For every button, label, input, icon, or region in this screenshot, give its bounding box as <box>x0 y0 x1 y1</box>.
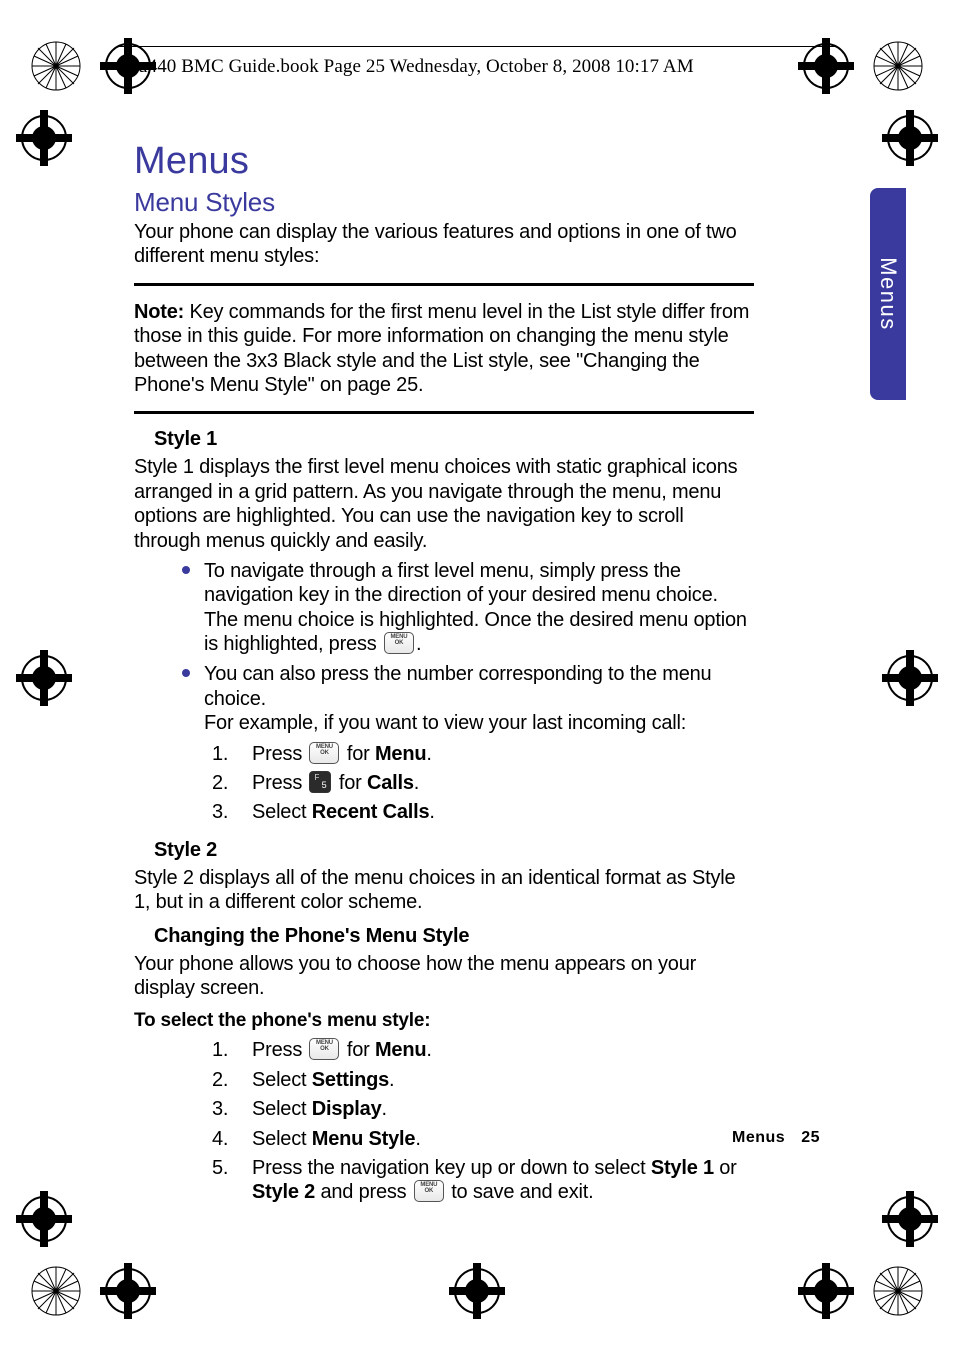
list-number: 4. <box>212 1127 240 1151</box>
page: u440 BMC Guide.book Page 25 Wednesday, O… <box>0 0 954 1357</box>
list-item: 2. Select Settings. <box>134 1068 754 1092</box>
footer-page-number: 25 <box>801 1129 820 1146</box>
list-number: 1. <box>212 1038 240 1062</box>
note-text: Key commands for the first menu level in… <box>134 301 749 396</box>
note-paragraph: Note: Key commands for the first menu le… <box>134 300 754 398</box>
style1-paragraph: Style 1 displays the first level menu ch… <box>134 455 754 553</box>
crosshair-icon <box>882 110 938 166</box>
side-tab: Menus <box>870 188 906 400</box>
menu-ok-key-icon <box>414 1180 444 1202</box>
list-number: 5. <box>212 1156 240 1180</box>
crosshair-icon <box>882 1191 938 1247</box>
list-item: 3. Select Recent Calls. <box>134 800 754 824</box>
footer-section: Menus <box>732 1129 785 1146</box>
crosshair-icon <box>16 110 72 166</box>
list-item: 2. Press for Calls. <box>134 771 754 795</box>
crosshair-icon <box>100 1263 156 1319</box>
menu-ok-key-icon <box>384 632 414 654</box>
regmark-icon <box>30 40 82 92</box>
instruction-heading: To select the phone's menu style: <box>134 1010 754 1032</box>
crosshair-icon <box>798 1263 854 1319</box>
regmark-icon <box>872 1265 924 1317</box>
side-tab-label: Menus <box>875 257 901 331</box>
changing-heading: Changing the Phone's Menu Style <box>154 925 754 948</box>
crosshair-icon <box>16 650 72 706</box>
bullet-text-tail: . <box>416 633 421 655</box>
intro-paragraph: Your phone can display the various featu… <box>134 220 754 269</box>
list-item: 1. Press for Menu. <box>134 1038 754 1062</box>
list-number: 1. <box>212 742 240 766</box>
list-item: 5. Press the navigation key up or down t… <box>134 1156 754 1205</box>
crosshair-icon <box>449 1263 505 1319</box>
running-head: u440 BMC Guide.book Page 25 Wednesday, O… <box>138 56 694 78</box>
note-label: Note: <box>134 301 184 323</box>
menu-ok-key-icon <box>309 1038 339 1060</box>
list-number: 2. <box>212 1068 240 1092</box>
five-key-icon <box>309 771 331 793</box>
crosshair-icon <box>16 1191 72 1247</box>
crosshair-icon <box>882 650 938 706</box>
list-number: 3. <box>212 1097 240 1121</box>
list-number: 3. <box>212 800 240 824</box>
chapter-title: Menus <box>134 140 754 183</box>
list-item: 1. Press for Menu. <box>134 742 754 766</box>
list-item: 4. Select Menu Style. <box>134 1127 754 1151</box>
regmark-icon <box>872 40 924 92</box>
bullet-text-2: For example, if you want to view your la… <box>204 712 686 734</box>
style2-heading: Style 2 <box>154 839 754 862</box>
regmark-icon <box>30 1265 82 1317</box>
bullet-item: To navigate through a first level menu, … <box>134 559 754 657</box>
style1-heading: Style 1 <box>154 428 754 451</box>
list-item: 3. Select Display. <box>134 1097 754 1121</box>
content: Menus Menu Styles Your phone can display… <box>134 140 754 1210</box>
page-footer: Menus 25 <box>732 1129 820 1147</box>
menu-ok-key-icon <box>309 742 339 764</box>
bullet-text: You can also press the number correspond… <box>204 663 711 709</box>
style2-paragraph: Style 2 displays all of the menu choices… <box>134 866 754 915</box>
section-title: Menu Styles <box>134 187 754 218</box>
list-number: 2. <box>212 771 240 795</box>
note-rule-top <box>134 283 754 286</box>
note-rule-bottom <box>134 411 754 414</box>
bullet-item: You can also press the number correspond… <box>134 662 754 735</box>
changing-paragraph: Your phone allows you to choose how the … <box>134 952 754 1001</box>
header-rule <box>118 46 836 47</box>
bullet-text: To navigate through a first level menu, … <box>204 560 747 655</box>
